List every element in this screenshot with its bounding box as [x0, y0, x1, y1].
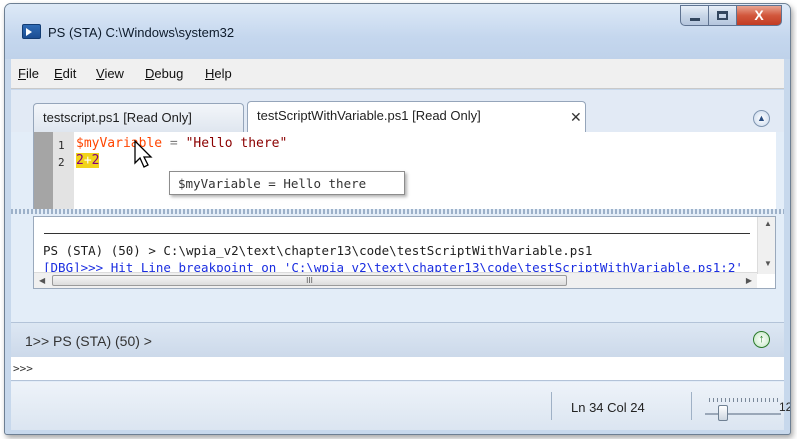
ise-window: PS (STA) C:\Windows\system32 X File Edit… — [4, 3, 791, 435]
zoom-level: 12 — [779, 400, 790, 414]
caption-buttons: X — [680, 5, 782, 26]
output-horizontal-scrollbar[interactable]: ◀ III ▶ — [34, 272, 757, 288]
menu-view[interactable]: View — [96, 66, 124, 81]
script-editor[interactable]: 1 2 $myVariable = "Hello there" 2+2 $myV… — [33, 132, 776, 209]
zoom-slider-thumb[interactable] — [718, 405, 728, 421]
minimize-icon — [690, 18, 700, 21]
maximize-icon — [717, 11, 728, 20]
title-bar[interactable]: PS (STA) C:\Windows\system32 X — [5, 4, 790, 59]
menu-file[interactable]: File — [18, 66, 39, 81]
output-vertical-scrollbar[interactable]: ▲ ▼ — [757, 217, 775, 274]
status-separator — [551, 392, 552, 420]
menu-debug[interactable]: Debug — [145, 66, 183, 81]
tab-testscriptwithvariable[interactable]: testScriptWithVariable.ps1 [Read Only] ✕ — [247, 101, 586, 133]
command-input[interactable]: >>> — [11, 357, 784, 381]
menu-bar: File Edit View Debug Help — [11, 59, 784, 89]
powershell-app-icon — [22, 24, 41, 39]
zoom-slider-track[interactable] — [705, 413, 781, 415]
breakpoint-gutter[interactable] — [34, 132, 53, 209]
tab-label: testScriptWithVariable.ps1 [Read Only] — [257, 108, 481, 123]
cursor-position: Ln 34 Col 24 — [571, 400, 645, 415]
window-title: PS (STA) C:\Windows\system32 — [48, 25, 235, 40]
close-icon: X — [754, 7, 764, 23]
maximize-button[interactable] — [708, 5, 736, 26]
code-line-2: 2+2 — [76, 153, 100, 168]
minimize-button[interactable] — [680, 5, 708, 26]
status-separator — [691, 392, 692, 420]
line-number: 1 — [58, 139, 65, 152]
pane-splitter[interactable] — [11, 209, 784, 214]
mouse-pointer-icon — [134, 140, 153, 168]
code-operator: + — [83, 153, 92, 168]
script-tab-strip: testscript.ps1 [Read Only] testScriptWit… — [11, 90, 784, 133]
run-up-icon[interactable]: ↑ — [753, 331, 770, 348]
tab-close-icon[interactable]: ✕ — [570, 109, 582, 126]
close-button[interactable]: X — [736, 5, 782, 26]
scroll-left-arrow-icon[interactable]: ◀ — [39, 276, 45, 285]
scroll-up-arrow-icon[interactable]: ▲ — [764, 219, 772, 228]
collapse-up-icon[interactable]: ▲ — [753, 110, 770, 127]
input-prompt: >>> — [13, 362, 33, 375]
menu-edit[interactable]: Edit — [54, 66, 76, 81]
prompt-label: 1>> PS (STA) (50) > — [25, 333, 152, 349]
code-line-1: $myVariable = "Hello there" — [76, 136, 287, 151]
output-command-line: PS (STA) (50) > C:\wpia_v2\text\chapter1… — [43, 243, 593, 258]
menu-help[interactable]: Help — [205, 66, 232, 81]
variable-tooltip: $myVariable = Hello there — [169, 171, 405, 195]
command-prompt-bar: 1>> PS (STA) (50) > ↑ — [11, 322, 784, 357]
tab-label: testscript.ps1 [Read Only] — [43, 110, 192, 125]
tab-testscript[interactable]: testscript.ps1 [Read Only] — [33, 103, 244, 132]
scroll-down-arrow-icon[interactable]: ▼ — [764, 259, 772, 268]
horizontal-scroll-thumb[interactable]: III — [52, 275, 567, 286]
code-operator: = — [162, 136, 186, 151]
zoom-ticks — [709, 398, 779, 402]
status-bar: Ln 34 Col 24 12 — [11, 382, 790, 430]
code-string: "Hello there" — [185, 136, 288, 151]
client-area: testscript.ps1 [Read Only] testScriptWit… — [11, 90, 790, 430]
output-divider — [44, 233, 750, 234]
line-number: 2 — [58, 156, 65, 169]
scroll-right-arrow-icon[interactable]: ▶ — [746, 276, 752, 285]
output-pane[interactable]: PS (STA) (50) > C:\wpia_v2\text\chapter1… — [33, 216, 776, 289]
code-number: 2 — [91, 153, 100, 168]
code-number: 2 — [76, 153, 84, 168]
